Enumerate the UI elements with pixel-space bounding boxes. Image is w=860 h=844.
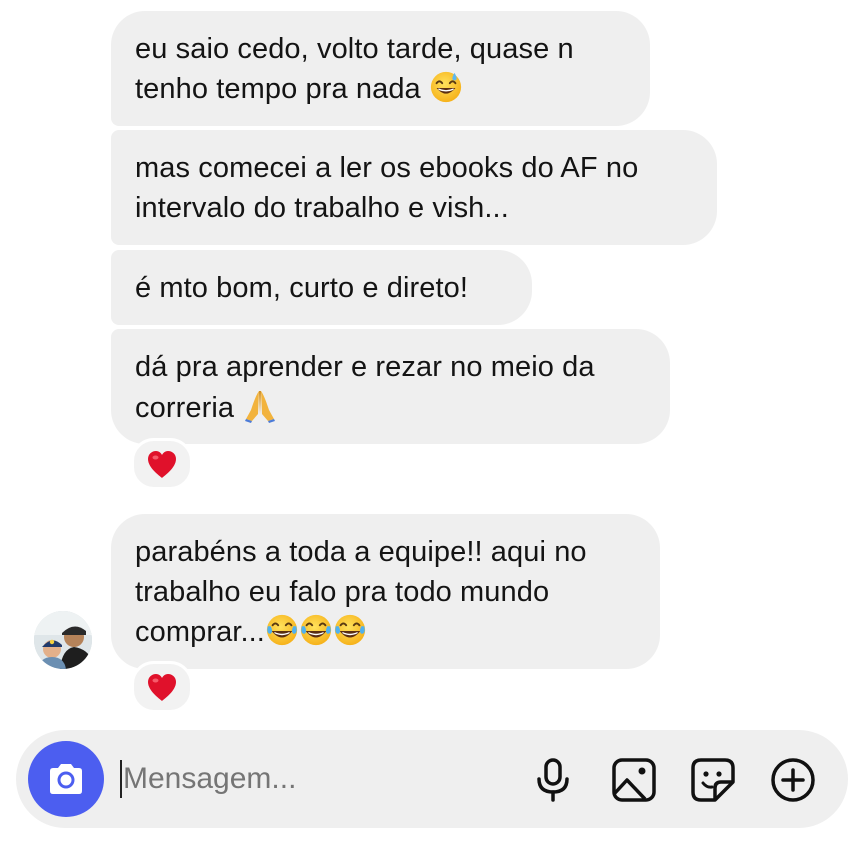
message-text-line: intervalo do trabalho e vish... [135,192,509,224]
message-bubble[interactable]: mas comecei a ler os ebooks do AF no int… [111,130,717,245]
heart-reaction[interactable] [131,438,193,490]
gallery-icon [612,758,656,802]
laughing-tears-emoji [333,613,367,647]
message-composer [16,730,848,828]
plus-circle-icon [771,758,815,802]
text-cursor [120,760,122,798]
message-text-line: eu saio cedo, volto tarde, quase n [135,33,574,65]
message-bubble[interactable]: eu saio cedo, volto tarde, quase n tenho… [111,11,650,126]
message-text-line: comprar... [135,616,265,648]
message-bubble[interactable]: dá pra aprender e rezar no meio da corre… [111,329,670,444]
more-button[interactable] [770,757,816,803]
message-bubble[interactable]: parabéns a toda a equipe!! aqui no traba… [111,514,660,669]
heart-reaction[interactable] [131,661,193,713]
gallery-button[interactable] [611,757,657,803]
avatar[interactable] [34,611,92,669]
folded-hands-emoji [242,387,278,423]
message-input[interactable] [119,757,523,801]
sweat-smile-emoji [429,70,463,104]
message-bubble[interactable]: é mto bom, curto e direto! [111,250,532,325]
heart-icon [146,672,178,702]
sticker-icon [691,758,735,802]
camera-icon [50,764,82,794]
message-text-line: trabalho eu falo pra todo mundo [135,576,550,608]
heart-icon [146,449,178,479]
avatar-photo [34,611,92,669]
message-text-line: tenho tempo pra nada [135,73,421,105]
microphone-icon [537,758,569,802]
message-text-line: mas comecei a ler os ebooks do AF no [135,152,639,184]
microphone-button[interactable] [530,757,576,803]
camera-button[interactable] [28,741,104,817]
sticker-button[interactable] [690,757,736,803]
laughing-tears-emoji [299,613,333,647]
message-text-line: dá pra aprender e rezar no meio da [135,351,595,383]
message-text-line: parabéns a toda a equipe!! aqui no [135,536,587,568]
message-text-line: correria [135,392,235,424]
laughing-tears-emoji [265,613,299,647]
message-text-line: é mto bom, curto e direto! [135,272,469,304]
